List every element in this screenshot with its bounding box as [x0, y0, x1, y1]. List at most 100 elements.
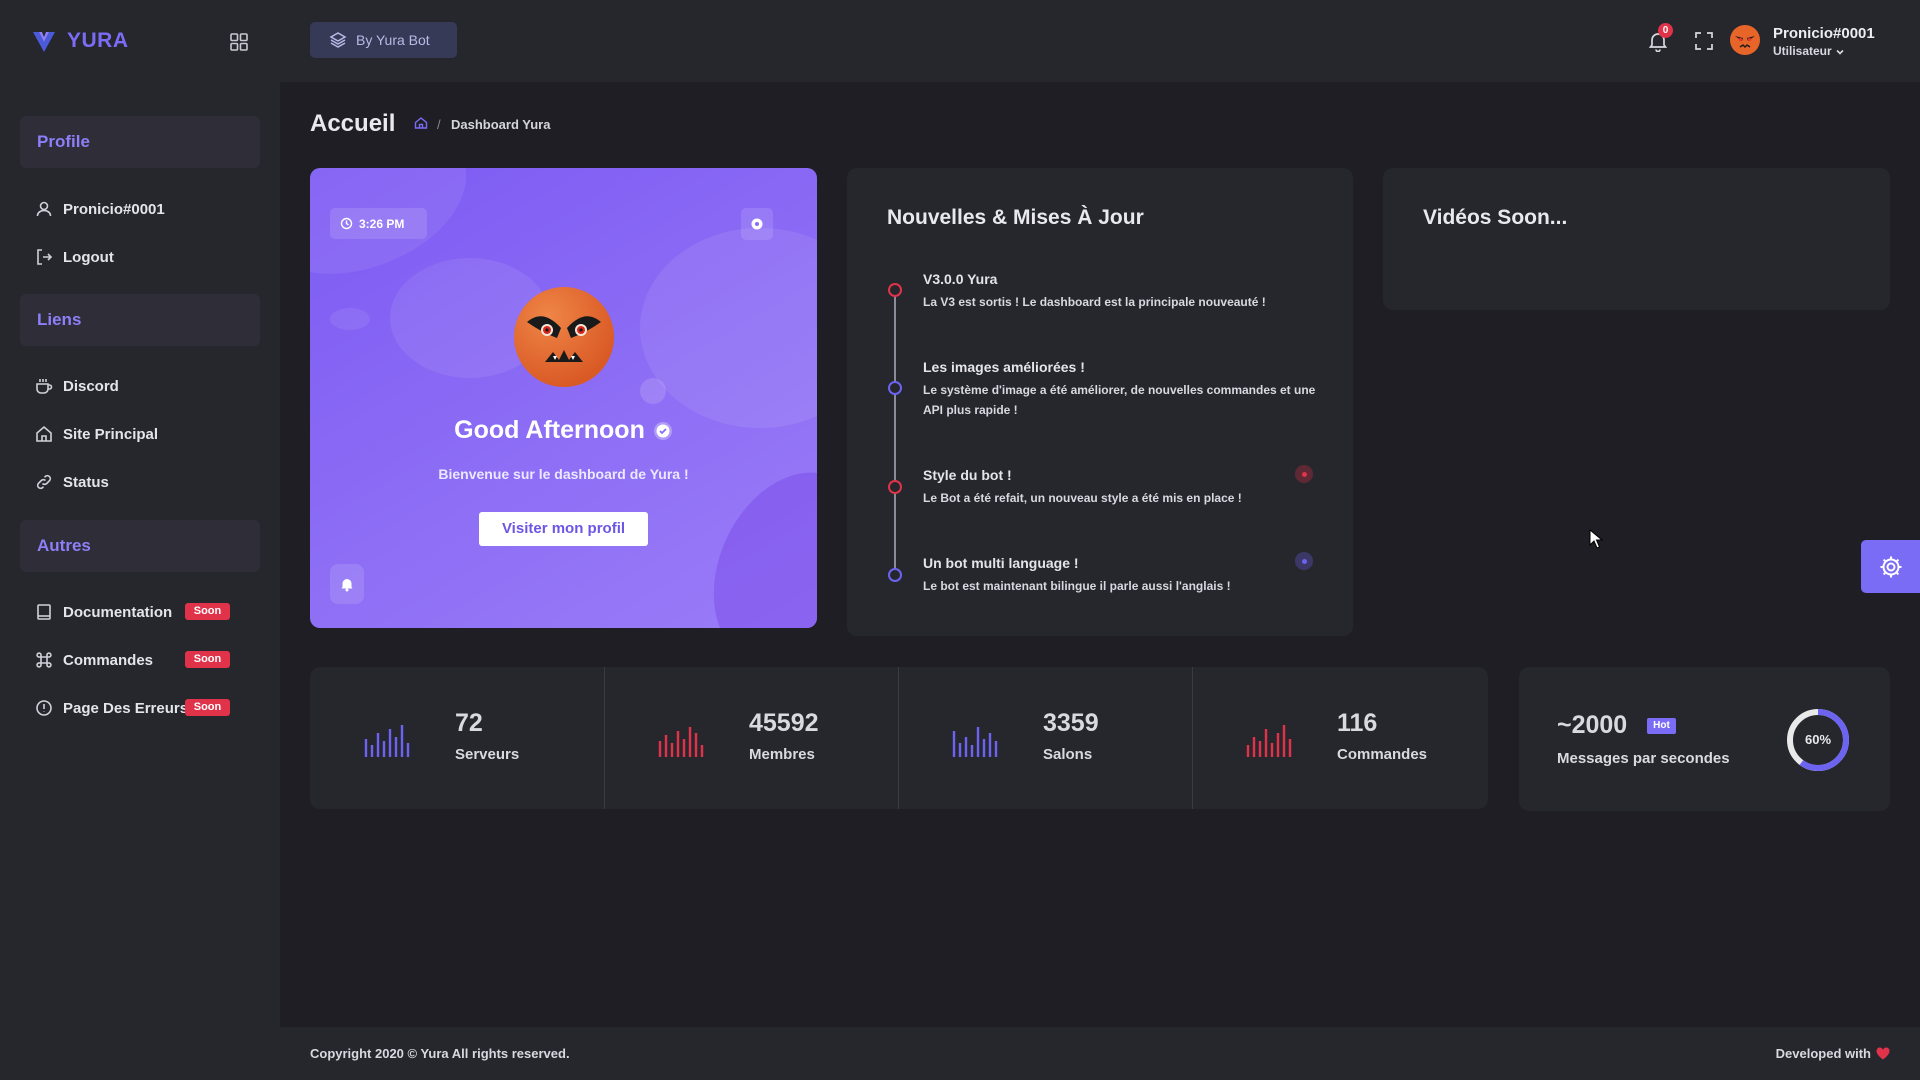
status-indicator: [1295, 465, 1313, 483]
soon-badge: Soon: [185, 651, 230, 668]
clock-icon: [340, 217, 353, 230]
user-avatar[interactable]: [1729, 24, 1761, 56]
by-yura-bot-label: By Yura Bot: [356, 32, 430, 48]
sidebar-item-label: Page Des Erreurs: [63, 699, 189, 717]
timeline-dot: [888, 381, 902, 395]
user-role-label: Utilisateur: [1773, 44, 1832, 58]
alert-circle-icon: [36, 700, 52, 716]
bell-icon: [341, 579, 353, 592]
sidebar-section-profile: Profile: [20, 116, 260, 168]
sidebar-item-label: Commandes: [63, 651, 154, 669]
stat-value: 72: [455, 709, 483, 737]
logout-icon: [37, 249, 53, 265]
verified-icon: [653, 422, 672, 441]
user-name[interactable]: Pronicio#0001: [1773, 25, 1875, 42]
fullscreen-icon[interactable]: [1694, 31, 1714, 51]
welcome-bell-button[interactable]: [330, 564, 364, 604]
theme-settings-button[interactable]: [1861, 540, 1920, 593]
breadcrumb-home-icon[interactable]: [414, 116, 428, 130]
messages-label: Messages par secondes: [1557, 750, 1730, 767]
decor-circle: [640, 378, 666, 404]
stat-label: Serveurs: [455, 746, 520, 763]
timeline-line: [894, 292, 896, 575]
command-icon: [36, 652, 52, 668]
messages-card: ~2000 Hot Messages par secondes 60%: [1519, 667, 1890, 811]
stat-channels: 3359 Salons: [898, 667, 1192, 809]
bar-chart-icon: [952, 727, 998, 757]
news-item-title: Style du bot !: [923, 467, 1012, 483]
greeting-text: Good Afternoon: [454, 416, 645, 444]
user-role-dropdown[interactable]: Utilisateur: [1773, 44, 1845, 58]
brand-logo[interactable]: YURA: [31, 28, 129, 54]
news-item-title: Un bot multi language !: [923, 555, 1079, 571]
sidebar-item-site-principal[interactable]: Site Principal: [35, 422, 158, 446]
stat-label: Salons: [1043, 746, 1093, 763]
yura-logo-icon: [33, 32, 55, 52]
status-indicator: [1295, 552, 1313, 570]
soon-badge: Soon: [185, 699, 230, 716]
developed-with-text: Developed with: [1775, 1046, 1871, 1061]
sidebar-item-commandes[interactable]: Commandes: [35, 648, 153, 672]
grid-menu-icon[interactable]: [229, 32, 249, 52]
copyright-text: Copyright 2020 © Yura All rights reserve…: [310, 1046, 570, 1061]
topbar: [280, 0, 1920, 82]
gear-icon: [751, 218, 763, 230]
stat-value: 45592: [749, 709, 819, 737]
mouse-cursor-icon: [1589, 529, 1603, 549]
news-item-desc: Le système d'image a été améliorer, de n…: [923, 383, 1316, 417]
welcome-settings-button[interactable]: [741, 208, 773, 240]
welcome-card: 3:26 PM Good Afternoon Bienvenue sur le …: [310, 168, 817, 628]
home-icon: [36, 425, 52, 442]
welcome-subtitle: Bienvenue sur le dashboard de Yura !: [438, 466, 689, 482]
breadcrumb-separator: /: [437, 117, 441, 132]
time-chip: 3:26 PM: [330, 208, 427, 239]
bar-chart-icon: [364, 725, 410, 757]
decor-shape: [640, 228, 817, 428]
sidebar-item-label: Status: [63, 473, 109, 491]
stat-label: Membres: [749, 746, 815, 763]
sidebar-item-documentation[interactable]: Documentation: [35, 600, 172, 624]
current-time: 3:26 PM: [359, 216, 405, 231]
videos-card: Vidéos Soon...: [1383, 168, 1890, 310]
sidebar-item-page-des-erreurs[interactable]: Page Des Erreurs: [35, 696, 188, 720]
coffee-icon: [36, 379, 53, 394]
news-item-desc: Le Bot a été refait, un nouveau style a …: [923, 491, 1242, 505]
developed-with: Developed with: [1776, 1046, 1890, 1061]
brand-name: YURA: [67, 29, 129, 52]
bar-chart-icon: [1246, 725, 1292, 757]
sidebar-item-profile[interactable]: Pronicio#0001: [35, 197, 165, 221]
sidebar-item-logout[interactable]: Logout: [35, 245, 114, 269]
visit-profile-button[interactable]: Visiter mon profil: [479, 512, 648, 546]
page-title: Accueil: [310, 110, 396, 137]
sidebar-item-label: Documentation: [63, 603, 173, 621]
book-icon: [37, 604, 51, 620]
profile-avatar: [514, 287, 614, 387]
sidebar: YURA Profile Pronicio#0001 Logout Liens …: [0, 0, 280, 1080]
soon-badge: Soon: [185, 603, 230, 620]
stat-members: 45592 Membres: [604, 667, 898, 809]
videos-title: Vidéos Soon...: [1423, 206, 1568, 229]
news-card: Nouvelles & Mises À Jour V3.0.0 Yura La …: [847, 168, 1353, 636]
stat-value: 3359: [1043, 709, 1099, 737]
messages-percent: 60%: [1804, 732, 1832, 747]
stats-panel: 72 Serveurs 45592 Membres 3359 Salons 11…: [310, 667, 1488, 809]
news-item-title: Les images améliorées !: [923, 359, 1085, 375]
sidebar-item-status[interactable]: Status: [35, 470, 109, 494]
link-icon: [36, 474, 52, 490]
sidebar-section-liens: Liens: [20, 294, 260, 346]
layers-icon: [329, 32, 347, 48]
sidebar-item-label: Logout: [63, 248, 114, 266]
bar-chart-icon: [658, 727, 704, 757]
greeting-heading: Good Afternoon: [310, 416, 817, 445]
by-yura-bot-button[interactable]: By Yura Bot: [310, 22, 457, 58]
stat-servers: 72 Serveurs: [310, 667, 604, 809]
messages-value: ~2000: [1557, 711, 1628, 739]
timeline-dot: [888, 568, 902, 582]
timeline-dot: [888, 480, 902, 494]
notification-count-badge: 0: [1658, 23, 1673, 38]
heart-icon: [1876, 1047, 1890, 1060]
gear-icon: [1880, 556, 1901, 577]
sidebar-item-discord[interactable]: Discord: [35, 374, 119, 398]
decor-shape: [330, 308, 370, 330]
stat-value: 116: [1337, 709, 1378, 737]
